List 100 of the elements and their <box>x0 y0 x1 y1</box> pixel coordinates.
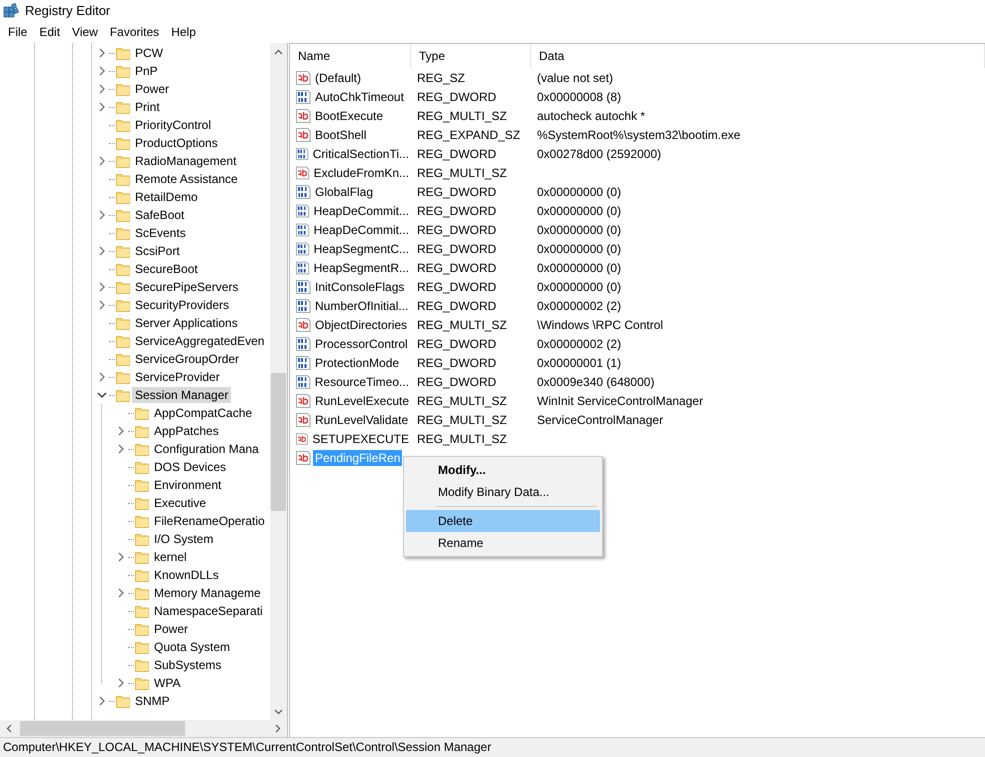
value-type: REG_MULTI_SZ <box>416 108 508 122</box>
scrollbar-thumb[interactable] <box>271 373 286 511</box>
value-name[interactable]: HeapSegmentR... <box>312 260 411 276</box>
tree-item[interactable]: SecurityProviders <box>132 297 232 313</box>
value-name[interactable]: GlobalFlag <box>313 184 376 200</box>
value-data: autocheck autochk * <box>536 108 646 122</box>
tree-item[interactable]: FileRenameOperatio <box>151 513 268 529</box>
tree-item[interactable]: Environment <box>151 477 224 493</box>
value-type: REG_DWORD <box>416 336 498 350</box>
value-name[interactable]: InitConsoleFlags <box>313 278 406 294</box>
string-value-icon <box>296 432 308 446</box>
scrollbar-thumb[interactable] <box>20 721 185 736</box>
tree-item[interactable]: AppCompatCache <box>151 405 256 421</box>
value-name[interactable]: BootExecute <box>313 108 386 124</box>
column-header[interactable]: Data <box>531 44 985 68</box>
tree-item[interactable]: Power <box>151 621 192 637</box>
folder-icon <box>116 172 131 186</box>
tree-item[interactable]: PnP <box>132 63 161 79</box>
menu-bar-item[interactable]: Edit <box>33 24 66 38</box>
value-name[interactable]: AutoChkTimeout <box>313 88 406 104</box>
tree-item[interactable]: SubSystems <box>151 657 224 673</box>
tree-item[interactable]: I/O System <box>151 531 216 547</box>
tree-item[interactable]: Server Applications <box>132 315 241 331</box>
chevron-right-icon[interactable] <box>97 372 107 382</box>
value-name[interactable]: CriticalSectionTi... <box>310 146 411 162</box>
chevron-right-icon[interactable] <box>116 588 126 598</box>
menu-item[interactable]: Delete <box>406 510 600 532</box>
chevron-right-icon[interactable] <box>116 552 126 562</box>
folder-icon <box>116 118 131 132</box>
tree-item[interactable]: PCW <box>132 45 166 61</box>
chevron-down-icon[interactable] <box>97 390 107 400</box>
tree-item[interactable]: DOS Devices <box>151 459 230 475</box>
chevron-right-icon[interactable] <box>97 246 107 256</box>
value-type: REG_SZ <box>416 70 466 84</box>
value-name[interactable]: HeapDeCommit... <box>312 222 411 238</box>
value-type: REG_DWORD <box>416 204 498 218</box>
value-data: ServiceControlManager <box>536 412 664 426</box>
tree-item[interactable]: ServiceGroupOrder <box>132 351 242 367</box>
tree-item[interactable]: RadioManagement <box>132 153 240 169</box>
tree-item[interactable]: AppPatches <box>151 423 222 439</box>
chevron-right-icon[interactable] <box>97 156 107 166</box>
value-name[interactable]: HeapDeCommit... <box>312 202 411 218</box>
tree-item[interactable]: kernel <box>151 549 190 565</box>
tree-item[interactable]: Memory Manageme <box>151 585 264 601</box>
tree-item[interactable]: SafeBoot <box>132 207 188 223</box>
folder-icon <box>135 550 150 564</box>
menu-item[interactable]: Rename <box>406 532 600 554</box>
tree-item[interactable]: Power <box>132 81 172 97</box>
value-name[interactable]: RunLevelExecute <box>312 392 411 408</box>
scroll-up-icon <box>274 48 283 57</box>
value-name[interactable]: BootShell <box>313 126 368 142</box>
tree-item[interactable]: Print <box>132 99 163 115</box>
tree-item[interactable]: PriorityControl <box>132 117 214 133</box>
tree-item[interactable]: KnownDLLs <box>151 567 222 583</box>
tree-item[interactable]: RetailDemo <box>132 189 201 205</box>
folder-icon <box>116 298 131 312</box>
tree-item[interactable]: ScsiPort <box>132 243 183 259</box>
tree-item[interactable]: ScEvents <box>132 225 189 241</box>
menu-bar-item[interactable]: File <box>2 24 34 38</box>
value-type: REG_MULTI_SZ <box>416 432 508 446</box>
value-name[interactable]: RunLevelValidate <box>313 412 410 428</box>
tree-item[interactable]: SNMP <box>132 693 173 709</box>
value-type: REG_MULTI_SZ <box>416 318 508 332</box>
menu-bar-item[interactable]: View <box>66 24 104 38</box>
column-header[interactable]: Type <box>411 44 531 68</box>
tree-item[interactable]: WPA <box>151 675 184 691</box>
value-name[interactable]: (Default) <box>313 70 364 86</box>
tree-item[interactable]: Quota System <box>151 639 234 655</box>
string-value-icon <box>296 128 311 142</box>
value-type: REG_MULTI_SZ <box>416 412 508 426</box>
tree-item[interactable]: Remote Assistance <box>132 171 241 187</box>
tree-item[interactable]: Session Manager <box>132 387 232 403</box>
value-data: 0x00000000 (0) <box>536 204 622 218</box>
value-name[interactable]: ObjectDirectories <box>313 316 410 332</box>
tree-item[interactable]: SecureBoot <box>132 261 201 277</box>
value-name[interactable]: SETUPEXECUTE <box>310 430 411 446</box>
folder-icon <box>116 208 131 222</box>
tree-item[interactable]: ProductOptions <box>132 135 221 151</box>
value-name[interactable]: ExcludeFromKn... <box>312 164 411 180</box>
chevron-right-icon[interactable] <box>97 210 107 220</box>
value-name[interactable]: ResourceTimeo... <box>312 374 411 390</box>
tree-item[interactable]: SecurePipeServers <box>132 279 242 295</box>
tree-item[interactable]: ServiceProvider <box>132 369 223 385</box>
menu-bar-item[interactable]: Favorites <box>104 24 166 38</box>
value-type: REG_DWORD <box>416 146 498 160</box>
string-value-icon <box>296 166 310 180</box>
tree-item[interactable]: NamespaceSeparati <box>151 603 266 619</box>
menu-bar-item[interactable]: Help <box>165 24 202 38</box>
tree-item[interactable]: Executive <box>151 495 210 511</box>
value-name[interactable]: NumberOfInitial... <box>313 298 410 314</box>
value-data: WinInit ServiceControlManager <box>536 394 704 408</box>
tree-item[interactable]: ServiceAggregatedEven <box>132 333 268 349</box>
folder-icon <box>135 442 150 456</box>
menu-item[interactable]: Modify... <box>406 459 600 481</box>
menu-item[interactable]: Modify Binary Data... <box>406 481 600 503</box>
tree-item[interactable]: Configuration Mana <box>151 441 262 457</box>
column-header[interactable]: Name <box>290 44 411 68</box>
value-name[interactable]: HeapSegmentC... <box>312 240 411 256</box>
value-name[interactable]: ProtectionMode <box>313 354 402 370</box>
value-name[interactable]: ProcessorControl <box>313 336 410 352</box>
